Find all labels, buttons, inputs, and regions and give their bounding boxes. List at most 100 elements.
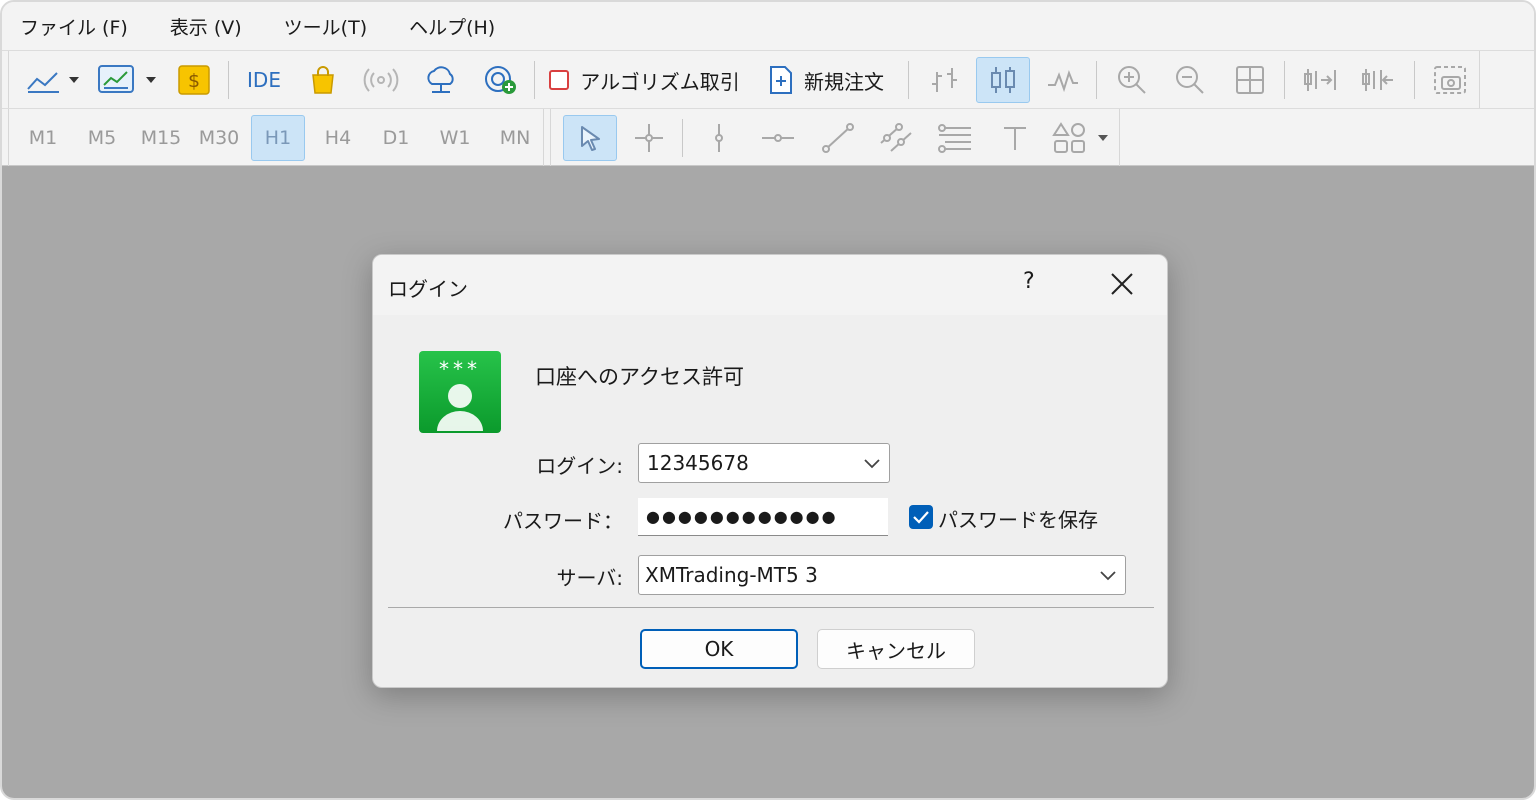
text-t-icon — [1004, 127, 1026, 150]
timeframe-toolbar: M1 M5 M15 M30 H1 H4 D1 W1 MN — [2, 108, 1534, 167]
cursor-arrow-icon — [581, 126, 600, 151]
timeframe-mn[interactable]: MN — [492, 115, 538, 161]
fibonacci-tool-button[interactable] — [930, 115, 980, 161]
chart-templates-button[interactable] — [94, 57, 160, 103]
bar-chart-button[interactable] — [920, 57, 970, 103]
help-button[interactable]: ? — [1023, 269, 1035, 294]
shapes-tool-button[interactable] — [1048, 115, 1114, 161]
timeframe-m30[interactable]: M30 — [194, 115, 244, 161]
signals-button[interactable] — [360, 57, 402, 103]
timeframe-label: M1 — [28, 127, 58, 149]
menu-bar: ファイル (F) 表示 (V) ツール(T) ヘルプ(H) — [2, 2, 1534, 50]
new-order-button[interactable]: 新規注文 — [756, 57, 896, 103]
candlestick-chart-button[interactable] — [976, 57, 1030, 103]
vertical-line-tool-button[interactable] — [696, 115, 742, 161]
broadcast-icon — [363, 68, 399, 92]
trade-button[interactable]: $ — [174, 57, 214, 103]
screenshot-button[interactable] — [1426, 57, 1474, 103]
timeframe-w1[interactable]: W1 — [432, 115, 478, 161]
autoscroll-button[interactable] — [1296, 57, 1344, 103]
trendline-tool-button[interactable] — [814, 115, 862, 161]
new-order-label: 新規注文 — [804, 69, 884, 94]
toolbar-separator — [228, 61, 229, 99]
cursor-tool-button[interactable] — [563, 115, 617, 161]
chart-shift-button[interactable] — [1354, 57, 1402, 103]
toolbar-separator — [1284, 61, 1285, 99]
timeframe-label: M15 — [140, 127, 182, 149]
timeframe-label: H4 — [324, 127, 352, 149]
scroll-right-icon — [1304, 69, 1336, 91]
dialog-title-bar: ログイン ? — [373, 255, 1167, 315]
toolbar-separator — [1414, 61, 1415, 99]
close-icon[interactable] — [1109, 271, 1135, 297]
camera-icon — [1434, 66, 1466, 94]
menu-view[interactable]: 表示 (V) — [170, 13, 242, 40]
trendline-icon — [822, 123, 854, 153]
password-label: パスワード： — [503, 509, 623, 533]
dollar-icon: $ — [178, 65, 210, 95]
password-value: ●●●●●●●●●●●● — [646, 507, 838, 526]
new-document-icon — [770, 66, 792, 94]
checkmark-icon — [913, 511, 929, 524]
text-tool-button[interactable] — [992, 115, 1038, 161]
login-value: 12345678 — [647, 451, 749, 475]
toolbar-separator — [908, 61, 909, 99]
timeframe-label: M5 — [87, 127, 117, 149]
menu-tools[interactable]: ツール(T) — [284, 13, 367, 40]
chevron-down-icon[interactable] — [863, 457, 881, 469]
timeframe-h1[interactable]: H1 — [251, 115, 305, 161]
tile-windows-button[interactable] — [1226, 57, 1274, 103]
cancel-button[interactable]: キャンセル — [817, 629, 975, 669]
server-value: XMTrading-MT5 3 — [645, 563, 818, 587]
toolbar-separator — [682, 119, 683, 157]
menu-help[interactable]: ヘルプ(H) — [409, 13, 495, 40]
community-button[interactable] — [480, 57, 522, 103]
timeframe-m1[interactable]: M1 — [22, 115, 64, 161]
login-label: ログイン: — [536, 454, 623, 478]
line-chart-button[interactable] — [1038, 57, 1088, 103]
chart-type-button[interactable] — [22, 57, 84, 103]
timeframe-label: W1 — [439, 127, 471, 149]
chevron-down-icon[interactable] — [1099, 569, 1117, 581]
algo-trading-button[interactable]: アルゴリズム取引 — [548, 57, 740, 103]
svg-text:$: $ — [188, 70, 200, 92]
timeframe-m5[interactable]: M5 — [80, 115, 124, 161]
zoom-out-button[interactable] — [1166, 57, 1214, 103]
bar-chart-icon — [932, 68, 957, 92]
algo-trading-label: アルゴリズム取引 — [580, 69, 740, 94]
dialog-heading: 口座へのアクセス許可 — [535, 365, 744, 389]
menu-file[interactable]: ファイル (F) — [20, 13, 128, 40]
crosshair-icon — [635, 124, 663, 152]
save-password-label[interactable]: パスワードを保存 — [938, 504, 1098, 533]
market-button[interactable] — [302, 57, 344, 103]
main-toolbar: $ IDE アルゴリズム取引 新規注文 — [2, 50, 1534, 109]
channel-tool-button[interactable] — [872, 115, 920, 161]
chart-window-icon — [98, 65, 156, 93]
app-window: ファイル (F) 表示 (V) ツール(T) ヘルプ(H) $ IDE アルゴリ… — [0, 0, 1536, 800]
ide-button[interactable]: IDE — [240, 57, 288, 103]
timeframe-h4[interactable]: H4 — [316, 115, 360, 161]
horizontal-line-tool-button[interactable] — [754, 115, 802, 161]
password-input[interactable]: ●●●●●●●●●●●● — [638, 498, 888, 536]
toolbar-separator — [534, 61, 535, 99]
server-combobox[interactable]: XMTrading-MT5 3 — [638, 555, 1126, 595]
candlestick-icon — [991, 67, 1015, 93]
crosshair-tool-button[interactable] — [626, 115, 672, 161]
login-dialog: ログイン ? *** 口座へのアクセス許可 ログイン: 12345678 パスワ… — [372, 254, 1168, 688]
timeframe-label: MN — [499, 127, 531, 149]
toolbar-separator — [1096, 61, 1097, 99]
save-password-checkbox[interactable] — [909, 505, 933, 529]
zoom-in-button[interactable] — [1108, 57, 1156, 103]
line-wave-icon — [1048, 70, 1078, 93]
login-combobox[interactable]: 12345678 — [638, 443, 890, 483]
zoom-out-icon — [1176, 66, 1204, 94]
user-silhouette-icon — [437, 384, 483, 431]
globe-add-icon — [485, 66, 516, 94]
timeframe-d1[interactable]: D1 — [374, 115, 418, 161]
account-avatar-icon: *** — [419, 351, 501, 433]
shapes-icon — [1052, 122, 1108, 153]
vps-button[interactable] — [420, 57, 462, 103]
dialog-title: ログイン — [388, 277, 468, 301]
ok-button[interactable]: OK — [640, 629, 798, 669]
timeframe-m15[interactable]: M15 — [136, 115, 186, 161]
